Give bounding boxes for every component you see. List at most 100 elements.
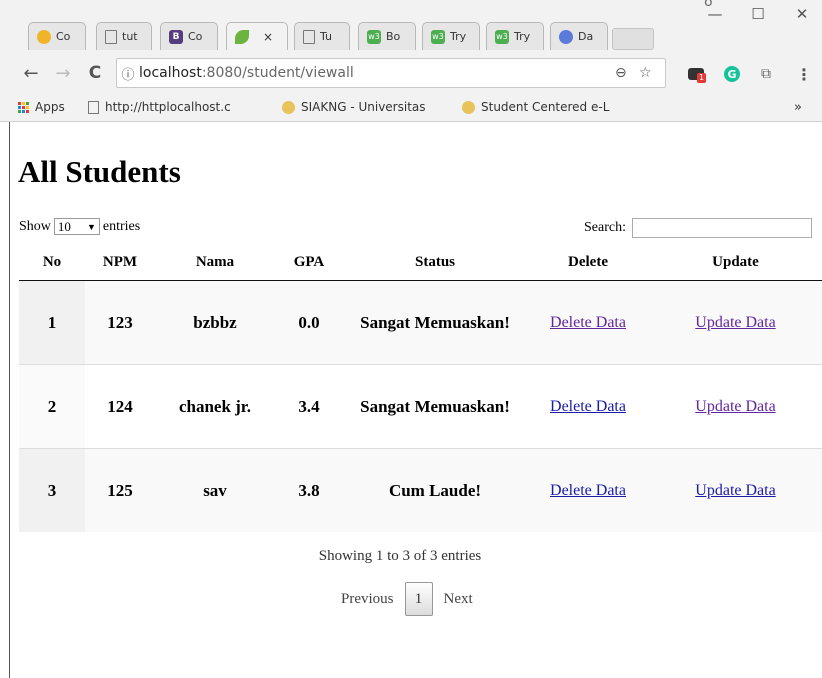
w3-icon: w3 (367, 29, 381, 44)
tab-label: Tu (320, 30, 333, 43)
cell-status: Sangat Memuaskan! (343, 280, 527, 365)
cell-npm: 124 (85, 364, 155, 449)
page-title: All Students (18, 154, 181, 189)
cell-gpa: 3.4 (275, 364, 343, 449)
column-header-update[interactable]: Update (649, 244, 822, 281)
page-border (9, 122, 10, 678)
tab-4-active[interactable]: × (226, 22, 288, 50)
tab-label: Da (578, 30, 594, 43)
tab-6[interactable]: w3 Bo (358, 22, 416, 50)
cell-nama: bzbbz (155, 280, 275, 365)
search-label: Search: (584, 220, 626, 235)
university-icon (282, 100, 295, 114)
pagination: Previous 1 Next (330, 582, 484, 616)
cell-gpa: 0.0 (275, 280, 343, 365)
page-icon (88, 100, 99, 114)
zoom-icon[interactable]: ⊖ (615, 65, 627, 81)
w3-icon: w3 (495, 29, 509, 44)
cell-npm: 123 (85, 280, 155, 365)
page-content: All Students Show 10 ▼ entries Search: N… (0, 122, 822, 678)
update-data-link[interactable]: Update Data (695, 398, 775, 415)
sunflower-icon (37, 29, 51, 44)
table-header-row: No NPM Nama GPA Status Delete Update (19, 244, 822, 281)
column-header-status[interactable]: Status (343, 244, 527, 281)
next-button[interactable]: Next (433, 582, 484, 616)
close-tab-icon[interactable]: × (263, 30, 273, 44)
cell-no: 2 (19, 364, 85, 449)
update-data-link[interactable]: Update Data (695, 314, 775, 331)
cell-no: 1 (19, 280, 85, 365)
bookmark-student-centered[interactable]: Student Centered e-L (462, 100, 609, 114)
apps-grid-icon (18, 101, 29, 113)
url-host: localhost (139, 65, 202, 81)
table-row: 1 123 bzbbz 0.0 Sangat Memuaskan! Delete… (19, 280, 822, 365)
globe-icon (559, 29, 573, 44)
maximize-button[interactable]: ☐ (738, 0, 778, 28)
tab-label: Co (56, 30, 71, 43)
menu-icon[interactable]: ⋮ (794, 64, 814, 84)
show-label: Show (19, 218, 51, 234)
bookmark-siakng[interactable]: SIAKNG - Universitas (282, 100, 426, 114)
tab-label: tut (122, 30, 138, 43)
forward-button[interactable]: → (52, 62, 74, 84)
bookmarks-more-button[interactable]: » (794, 100, 802, 115)
info-icon[interactable]: ⓘ (117, 64, 139, 83)
column-header-gpa[interactable]: GPA (275, 244, 343, 281)
university-icon (462, 100, 475, 114)
grammarly-icon[interactable]: G (722, 64, 742, 84)
minimize-button[interactable]: — (695, 0, 735, 28)
cell-nama: chanek jr. (155, 364, 275, 449)
bookmarks-bar: Apps http://httplocalhost.c SIAKNG - Uni… (0, 96, 822, 122)
page-icon (303, 29, 315, 44)
entries-value: 10 (57, 218, 71, 234)
reload-button[interactable]: C (84, 62, 106, 84)
address-bar[interactable]: ⓘ localhost :8080/student/viewall ⊖ ☆ (116, 58, 666, 88)
column-header-no[interactable]: No (19, 244, 85, 281)
students-table: No NPM Nama GPA Status Delete Update 1 1… (19, 244, 822, 532)
cell-status: Sangat Memuaskan! (343, 364, 527, 449)
delete-data-link[interactable]: Delete Data (550, 314, 626, 331)
tab-label: Bo (386, 30, 401, 43)
bookmark-apps[interactable]: Apps (18, 100, 65, 114)
search-input[interactable] (631, 218, 812, 238)
cell-update: Update Data (649, 364, 822, 449)
tab-1[interactable]: Co (28, 22, 86, 50)
update-data-link[interactable]: Update Data (695, 482, 775, 499)
cell-delete: Delete Data (527, 448, 649, 532)
entries-select[interactable]: 10 ▼ (53, 218, 100, 235)
extension-icon[interactable]: 1 (686, 64, 707, 84)
column-header-npm[interactable]: NPM (85, 244, 155, 281)
bookmark-star-icon[interactable]: ☆ (639, 65, 652, 81)
tab-2[interactable]: tut (96, 22, 152, 50)
previous-button[interactable]: Previous (330, 582, 405, 616)
table-row: 3 125 sav 3.8 Cum Laude! Delete Data Upd… (19, 448, 822, 532)
tab-8[interactable]: w3 Try (486, 22, 544, 50)
tab-5[interactable]: Tu (294, 22, 350, 50)
page-1-button[interactable]: 1 (404, 582, 433, 616)
delete-data-link[interactable]: Delete Data (550, 482, 626, 499)
cell-status: Cum Laude! (343, 448, 527, 532)
table-info: Showing 1 to 3 of 3 entries (318, 548, 482, 564)
bookmark-label: http://httplocalhost.c (105, 100, 231, 114)
back-button[interactable]: ← (20, 62, 42, 84)
tab-7[interactable]: w3 Try (422, 22, 480, 50)
bookmark-localhost[interactable]: http://httplocalhost.c (88, 100, 231, 114)
browser-chrome: Co tut B Co × Tu w3 Bo w3 Try w3 Try Da … (0, 0, 822, 122)
screenshot-extension-icon[interactable]: ⧉ (756, 64, 776, 84)
tab-9[interactable]: Da (550, 22, 608, 50)
tab-label: Try (450, 30, 467, 43)
new-tab-button[interactable] (612, 28, 654, 50)
table-row: 2 124 chanek jr. 3.4 Sangat Memuaskan! D… (19, 364, 822, 449)
tab-label: Co (188, 30, 203, 43)
entries-label: entries (102, 218, 141, 234)
bookmark-label: SIAKNG - Universitas (301, 100, 426, 114)
entries-length-control: Show 10 ▼ entries (19, 218, 140, 235)
tab-3[interactable]: B Co (160, 22, 218, 50)
cell-no: 3 (19, 448, 85, 532)
column-header-nama[interactable]: Nama (155, 244, 275, 281)
bookmark-label: Student Centered e-L (481, 100, 610, 114)
url-path: :8080/student/viewall (201, 65, 354, 81)
delete-data-link[interactable]: Delete Data (550, 398, 626, 415)
close-window-button[interactable]: ✕ (782, 0, 822, 28)
column-header-delete[interactable]: Delete (527, 244, 649, 281)
